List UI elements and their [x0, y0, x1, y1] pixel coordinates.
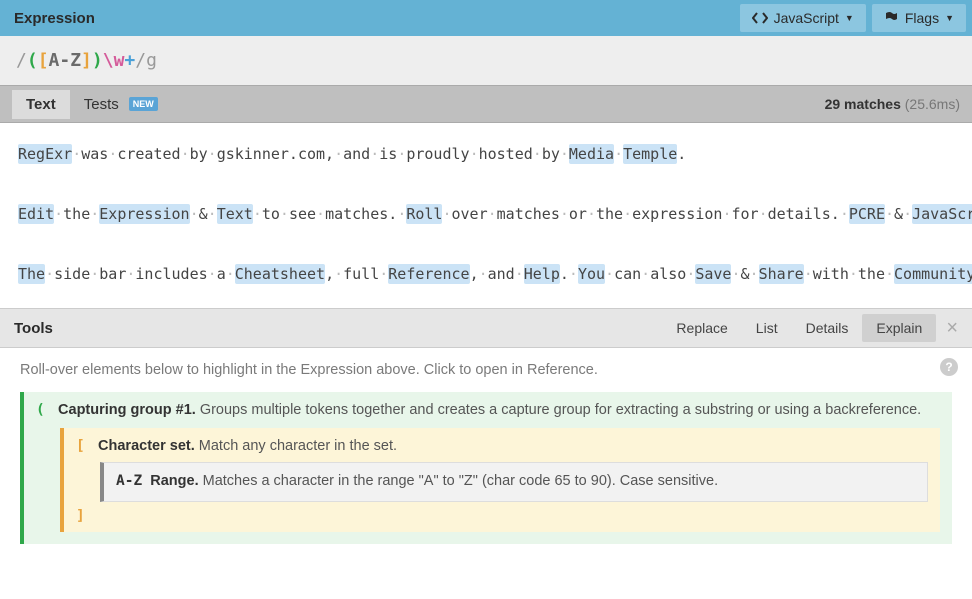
tab-tests[interactable]: Tests: [70, 90, 133, 119]
sample-text-area[interactable]: RegExr·was·created·by·gskinner.com,·and·…: [0, 123, 972, 308]
tools-header: Tools ReplaceListDetailsExplain ×: [0, 308, 972, 348]
explain-hint: Roll-over elements below to highlight in…: [20, 362, 952, 378]
expression-input[interactable]: /([A-Z])\w+/g: [0, 36, 972, 85]
text-tabs-bar: Text Tests NEW 29 matches (25.6ms): [0, 85, 972, 123]
help-icon[interactable]: ?: [940, 358, 958, 376]
explain-charset[interactable]: [ Character set. Match any character in …: [60, 428, 940, 532]
new-badge: NEW: [129, 97, 158, 111]
flags-button[interactable]: Flags▼: [872, 4, 966, 32]
explain-group[interactable]: ( Capturing group #1. Groups multiple to…: [20, 392, 952, 544]
close-icon[interactable]: ×: [936, 317, 962, 340]
explain-range[interactable]: A-Z Range. Matches a character in the ra…: [100, 462, 928, 502]
expression-title: Expression: [14, 10, 734, 27]
chevron-down-icon: ▼: [845, 13, 854, 23]
tool-tab-explain[interactable]: Explain: [862, 314, 936, 342]
code-icon: [752, 11, 768, 25]
tab-text[interactable]: Text: [12, 90, 70, 119]
tool-tab-replace[interactable]: Replace: [662, 314, 741, 342]
chevron-down-icon: ▼: [945, 13, 954, 23]
expression-header: Expression JavaScript▼ Flags▼: [0, 0, 972, 36]
flag-icon: [884, 11, 899, 25]
tool-tab-list[interactable]: List: [742, 314, 792, 342]
explain-panel: ? Roll-over elements below to highlight …: [0, 348, 972, 599]
flavor-button[interactable]: JavaScript▼: [740, 4, 866, 32]
tool-tab-details[interactable]: Details: [792, 314, 863, 342]
tools-title: Tools: [14, 320, 662, 337]
match-count: 29 matches (25.6ms): [825, 96, 960, 112]
